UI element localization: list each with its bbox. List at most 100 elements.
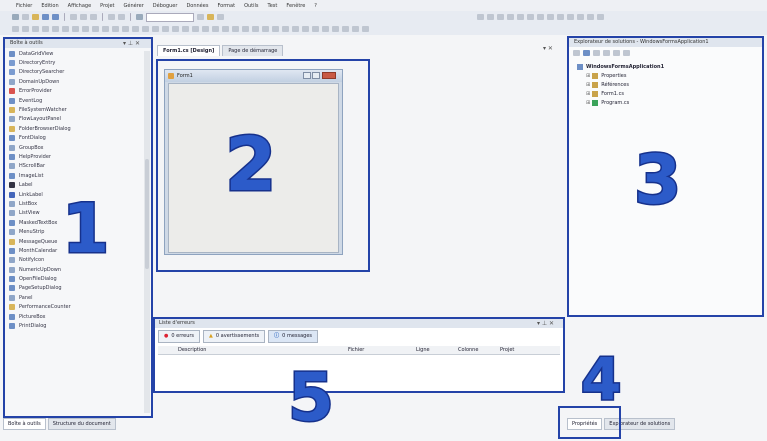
show-all-files-icon[interactable] xyxy=(583,50,590,56)
messages-filter[interactable]: ⓘ 0 messages xyxy=(268,330,319,343)
cut-icon[interactable] xyxy=(70,14,77,20)
save-all-icon[interactable] xyxy=(52,14,59,20)
view-code-icon[interactable] xyxy=(603,50,610,56)
toolbox-scroll-thumb[interactable] xyxy=(145,159,149,269)
menu-item[interactable]: Générer xyxy=(124,3,144,9)
format-icon[interactable] xyxy=(302,26,309,32)
save-icon[interactable] xyxy=(42,14,49,20)
same-size-icon[interactable] xyxy=(547,14,554,20)
format-icon[interactable] xyxy=(12,26,19,32)
solution-node[interactable]: ⊞ Properties xyxy=(577,71,664,80)
menu-item[interactable]: Déboguer xyxy=(153,3,178,9)
format-icon[interactable] xyxy=(132,26,139,32)
menu-item[interactable]: Données xyxy=(186,3,208,9)
menu-item[interactable]: Fenêtre xyxy=(286,3,305,9)
solution-node[interactable]: ⊞ Program.cs xyxy=(577,98,664,107)
toolbox-item[interactable]: ImageList xyxy=(9,171,139,180)
format-icon[interactable] xyxy=(202,26,209,32)
new-project-icon[interactable] xyxy=(12,14,19,20)
copy-icon[interactable] xyxy=(80,14,87,20)
format-icon[interactable] xyxy=(162,26,169,32)
format-icon[interactable] xyxy=(92,26,99,32)
column-description[interactable]: Description xyxy=(178,346,206,355)
format-icon[interactable] xyxy=(322,26,329,32)
center-vertical-icon[interactable] xyxy=(577,14,584,20)
toolbox-item[interactable]: DirectoryEntry xyxy=(9,58,139,67)
format-icon[interactable] xyxy=(52,26,59,32)
properties-icon[interactable] xyxy=(573,50,580,56)
solution-node[interactable]: ⊞ Form1.cs xyxy=(577,89,664,98)
toolbox-item[interactable]: PerformanceCounter xyxy=(9,303,139,312)
format-icon[interactable] xyxy=(122,26,129,32)
properties-icon[interactable] xyxy=(217,14,224,20)
solution-node[interactable]: WindowsFormsApplication1 xyxy=(577,62,664,71)
toolbox-item[interactable]: PageSetupDialog xyxy=(9,284,139,293)
bring-front-icon[interactable] xyxy=(587,14,594,20)
format-icon[interactable] xyxy=(232,26,239,32)
column-project[interactable]: Projet xyxy=(500,346,514,355)
column-line[interactable]: Ligne xyxy=(416,346,430,355)
menu-item[interactable]: Fichier xyxy=(16,3,32,9)
spacing-icon[interactable] xyxy=(557,14,564,20)
menu-item[interactable]: Projet xyxy=(100,3,114,9)
toolbox-item[interactable]: FlowLayoutPanel xyxy=(9,115,139,124)
toolbox-item[interactable]: FolderBrowserDialog xyxy=(9,124,139,133)
tab-document-outline[interactable]: Structure du document xyxy=(47,418,116,430)
expand-icon[interactable]: ⊞ xyxy=(586,91,590,97)
toolbox-item[interactable]: FileSystemWatcher xyxy=(9,105,139,114)
align-bottom-icon[interactable] xyxy=(537,14,544,20)
find-icon[interactable] xyxy=(197,14,204,20)
center-horizontal-icon[interactable] xyxy=(567,14,574,20)
start-debug-icon[interactable] xyxy=(136,14,143,20)
tab-start-page[interactable]: Page de démarrage xyxy=(222,45,284,56)
minimize-icon[interactable] xyxy=(303,72,311,79)
solution-node[interactable]: ⊞ Références xyxy=(577,80,664,89)
format-icon[interactable] xyxy=(352,26,359,32)
toolbox-item[interactable]: ErrorProvider xyxy=(9,87,139,96)
view-designer-icon[interactable] xyxy=(613,50,620,56)
format-icon[interactable] xyxy=(212,26,219,32)
warnings-filter[interactable]: ▲ 0 avertissements xyxy=(203,330,266,343)
format-icon[interactable] xyxy=(192,26,199,32)
menu-item[interactable]: Edition xyxy=(41,3,58,9)
toolbox-item[interactable]: DirectorySearcher xyxy=(9,68,139,77)
menu-item[interactable]: Affichage xyxy=(68,3,92,9)
tab-form-design[interactable]: Form1.cs [Design] xyxy=(157,45,221,56)
undo-icon[interactable] xyxy=(108,14,115,20)
toolbox-item[interactable]: Label xyxy=(9,180,139,189)
format-icon[interactable] xyxy=(242,26,249,32)
toolbox-item[interactable]: DomainUpDown xyxy=(9,77,139,86)
toolbox-item[interactable]: DataGridView xyxy=(9,49,139,58)
column-column[interactable]: Colonne xyxy=(458,346,478,355)
maximize-icon[interactable] xyxy=(312,72,320,79)
format-icon[interactable] xyxy=(102,26,109,32)
format-icon[interactable] xyxy=(312,26,319,32)
class-diagram-icon[interactable] xyxy=(623,50,630,56)
format-icon[interactable] xyxy=(62,26,69,32)
format-icon[interactable] xyxy=(362,26,369,32)
toolbox-item[interactable]: HScrollBar xyxy=(9,162,139,171)
format-icon[interactable] xyxy=(142,26,149,32)
toolbox-item[interactable]: PictureBox xyxy=(9,312,139,321)
open-icon[interactable] xyxy=(32,14,39,20)
send-back-icon[interactable] xyxy=(597,14,604,20)
format-icon[interactable] xyxy=(252,26,259,32)
close-icon[interactable] xyxy=(322,72,336,79)
doc-close-icon[interactable]: ▾ ✕ xyxy=(543,45,553,52)
format-icon[interactable] xyxy=(332,26,339,32)
menu-item[interactable]: Format xyxy=(217,3,235,9)
tab-toolbox[interactable]: Boîte à outils xyxy=(3,418,46,430)
add-item-icon[interactable] xyxy=(22,14,29,20)
format-icon[interactable] xyxy=(112,26,119,32)
format-icon[interactable] xyxy=(152,26,159,32)
pin-icon[interactable]: ▾ ⊥ ✕ xyxy=(123,40,140,47)
align-middle-icon[interactable] xyxy=(527,14,534,20)
align-left-icon[interactable] xyxy=(487,14,494,20)
column-file[interactable]: Fichier xyxy=(348,346,364,355)
refresh-icon[interactable] xyxy=(593,50,600,56)
format-icon[interactable] xyxy=(182,26,189,32)
expand-icon[interactable]: ⊞ xyxy=(586,100,590,106)
toolbox-item[interactable]: FontDialog xyxy=(9,134,139,143)
menu-item[interactable]: Test xyxy=(268,3,278,9)
errors-filter[interactable]: ● 0 erreurs xyxy=(158,330,201,343)
